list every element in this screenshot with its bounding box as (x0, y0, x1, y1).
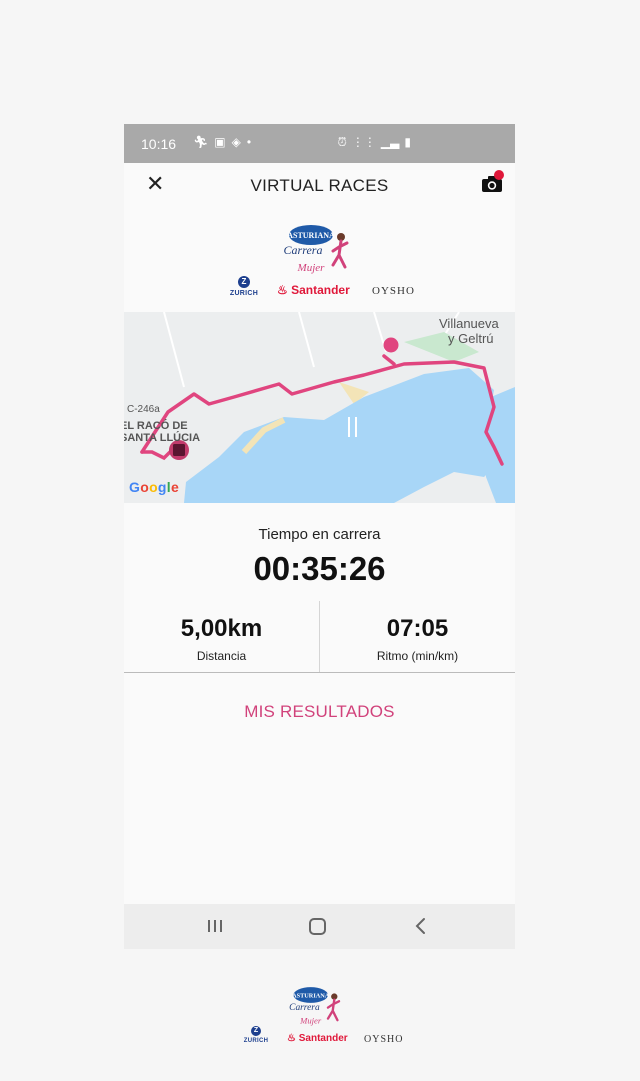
dot-icon: • (246, 135, 252, 149)
battery-icon: ▮ (404, 135, 411, 149)
notification-dot (494, 170, 504, 180)
distance-label: Distancia (196, 649, 247, 663)
system-nav-bar (124, 904, 515, 949)
page-title: VIRTUAL RACES (250, 176, 389, 195)
event-logo: ASTURIANA Carrera Mujer (284, 225, 349, 274)
app-bar: ✕ VIRTUAL RACES (124, 163, 515, 208)
santander-logo-footer: ♨︎ Santander (287, 1033, 348, 1044)
svg-text:Mujer: Mujer (299, 1015, 322, 1025)
stats-bottom-divider (124, 672, 515, 673)
event-logo-footer: ASTURIANA Carrera Mujer (289, 987, 341, 1025)
phone-screen: 10:16 🏃︎ ▣ ◈ • ⏰︎ ⋮⋮ ▁▃ ▮ ✕ VIRTUAL RACE… (124, 124, 515, 949)
google-logo: Google (129, 479, 180, 495)
status-notification-icons: 🏃︎ ▣ ◈ • (193, 135, 251, 149)
map-label-place: EL RACÓ DE SANTA LLÚCIA (124, 420, 201, 444)
map-label-town: Villanueva y Geltrú (439, 316, 499, 346)
alarm-icon: ⏰︎ (337, 135, 347, 149)
time-value: 00:35:26 (253, 550, 386, 587)
home-icon[interactable] (309, 918, 326, 935)
svg-text:ASTURIANA: ASTURIANA (292, 992, 330, 999)
distance-value: 5,00km (180, 615, 263, 642)
status-bar: 10:16 🏃︎ ▣ ◈ • ⏰︎ ⋮⋮ ▁▃ ▮ (124, 124, 515, 163)
pace-metric: 07:05 Ritmo (min/km) (320, 615, 515, 663)
zurich-logo: Z ZURICH (229, 276, 259, 297)
pace-label: Ritmo (min/km) (376, 649, 459, 663)
my-results-button[interactable]: MIS RESULTADOS (124, 702, 515, 722)
recent-apps-icon[interactable] (207, 918, 223, 934)
route-map[interactable]: Villanueva y Geltrú C-246a EL RACÓ DE SA… (124, 312, 515, 503)
oysho-logo: OYSHO (372, 285, 415, 297)
back-icon[interactable] (414, 917, 428, 935)
sponsor-bar: Z ZURICH ♨︎ Santander OYSHO (222, 276, 422, 302)
distance-metric: 5,00km Distancia (124, 615, 319, 663)
svg-text:ASTURIANA: ASTURIANA (287, 231, 335, 240)
layers-icon: ◈ (231, 135, 241, 149)
svg-text:Carrera: Carrera (289, 1003, 320, 1013)
time-label: Tiempo en carrera (258, 526, 381, 543)
zurich-logo-footer: Z ZURICH (243, 1026, 269, 1044)
gallery-icon: ▣ (214, 135, 226, 149)
svg-text:Mujer: Mujer (297, 262, 326, 274)
pace-value: 07:05 (386, 615, 449, 642)
running-icon: 🏃︎ (193, 135, 209, 149)
wifi-icon: ⋮⋮ (351, 135, 376, 149)
map-label-road: C-246a (127, 404, 160, 415)
svg-text:Carrera: Carrera (284, 243, 323, 257)
oysho-logo-footer: OYSHO (364, 1034, 404, 1045)
status-time: 10:16 (141, 136, 177, 152)
race-stats: Tiempo en carrera 00:35:26 5,00km Distan… (124, 503, 515, 673)
status-system-icons: ⏰︎ ⋮⋮ ▁▃ ▮ (338, 135, 411, 150)
sponsor-bar-footer: Z ZURICH ♨︎ Santander OYSHO (238, 1026, 408, 1050)
signal-icon: ▁▃ (380, 135, 400, 149)
santander-logo: ♨︎ Santander (277, 283, 350, 297)
